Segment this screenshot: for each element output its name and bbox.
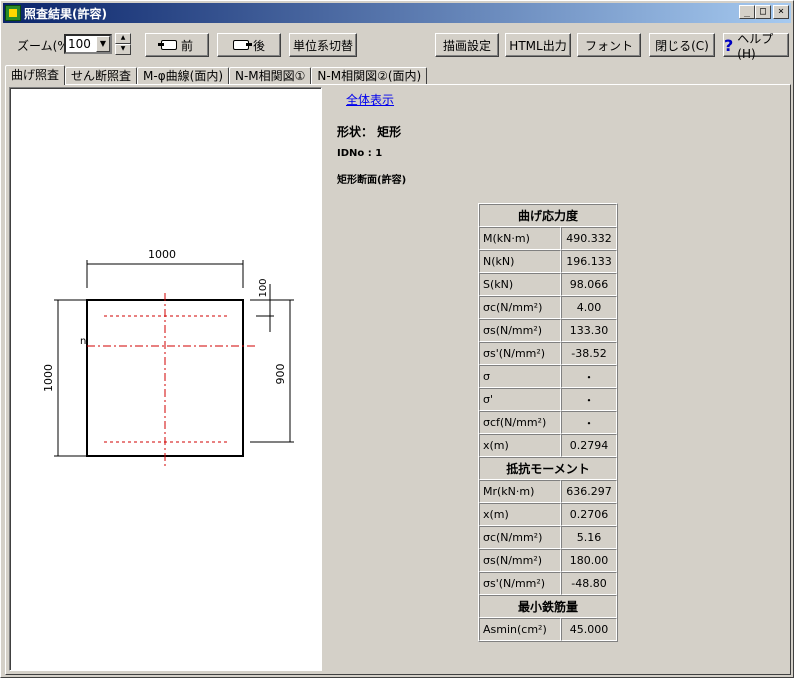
depth-label: 900 [274,364,287,385]
draw-settings-button[interactable]: 描画設定 [435,33,499,57]
bending-row-label: M(kN·m) [479,227,561,250]
table-row: σs'(N/mm²) -38.52 [479,342,617,365]
table-row: σc(N/mm²) 5.16 [479,526,617,549]
help-label: ヘルプ(H) [737,31,774,61]
close-button[interactable]: 閉じる(C) [649,33,715,57]
width-label: 1000 [148,248,176,261]
hand-left-icon [157,40,177,50]
resist-row-label: x(m) [479,503,561,526]
window-title: 照査結果(許容) [24,6,107,21]
bending-row-value: ・ [561,365,617,388]
table-row: σs'(N/mm²) -48.80 [479,572,617,595]
html-output-button[interactable]: HTML出力 [505,33,571,57]
min-rebar-header: 最小鉄筋量 [479,595,617,618]
tab-strip: 曲げ照査 せん断照査 M-φ曲線(面内) N-M相関図① N-M相関図②(面内) [5,65,428,85]
app-icon [5,5,21,21]
result-window: 照査結果(許容) _ □ × ズーム(%) 100 ▼ ▲ ▼ 前 後 単位系切… [0,0,794,678]
bending-row-label: S(kN) [479,273,561,296]
resist-row-value: 5.16 [561,526,617,549]
table-row: σ' ・ [479,388,617,411]
bending-row-label: σ [479,365,561,388]
resist-row-label: Mr(kN·m) [479,480,561,503]
bending-header: 曲げ応力度 [479,204,617,227]
font-button[interactable]: フォント [577,33,641,57]
bending-row-value: 4.00 [561,296,617,319]
resist-header: 抵抗モーメント [479,457,617,480]
bending-row-label: x(m) [479,434,561,457]
zoom-combo[interactable]: 100 ▼ [64,34,112,54]
zoom-spinner[interactable]: ▲ ▼ [115,33,131,55]
bending-row-label: σ' [479,388,561,411]
help-button[interactable]: ? ヘルプ(H) [723,32,789,61]
bending-row-value: 196.133 [561,250,617,273]
table-row: N(kN) 196.133 [479,250,617,273]
bending-row-label: σs'(N/mm²) [479,342,561,365]
resist-row-value: 180.00 [561,549,617,572]
section-drawing-canvas[interactable]: 1000 1000 900 100 n [9,87,322,671]
bending-row-value: -38.52 [561,342,617,365]
table-row: Mr(kN·m) 636.297 [479,480,617,503]
resist-row-value: 636.297 [561,480,617,503]
table-row: Asmin(cm²) 45.000 [479,618,617,641]
bending-row-label: σcf(N/mm²) [479,411,561,434]
tab-shear[interactable]: せん断照査 [65,67,138,85]
hand-right-icon [232,40,252,50]
bending-row-label: N(kN) [479,250,561,273]
spin-up-icon[interactable]: ▲ [115,33,131,44]
min-rebar-row-value: 45.000 [561,618,617,641]
next-button[interactable]: 後 [217,33,281,57]
table-row: σs(N/mm²) 133.30 [479,319,617,342]
idno-text: IDNo : 1 [337,148,383,159]
min-rebar-row-label: Asmin(cm²) [479,618,561,641]
unit-switch-button[interactable]: 単位系切替 [289,33,357,57]
tab-nm-diagram-2[interactable]: N-M相関図②(面内) [311,67,428,85]
table-row: σ ・ [479,365,617,388]
cover-label: 100 [258,278,269,297]
tab-nm-diagram-1[interactable]: N-M相関図① [229,67,312,85]
shape-text: 形状： 矩形 [337,125,402,139]
next-label: 後 [252,38,265,53]
bending-row-value: ・ [561,388,617,411]
spin-down-icon[interactable]: ▼ [115,44,131,55]
neutral-axis-label: n [80,336,86,347]
table-row: σcf(N/mm²) ・ [479,411,617,434]
bending-row-label: σc(N/mm²) [479,296,561,319]
resist-row-label: σs(N/mm²) [479,549,561,572]
table-row: σc(N/mm²) 4.00 [479,296,617,319]
title-bar[interactable]: 照査結果(許容) _ □ × [3,3,791,23]
close-window-button[interactable]: × [773,5,789,19]
prev-button[interactable]: 前 [145,33,209,57]
chevron-down-icon[interactable]: ▼ [96,36,110,52]
table-row: x(m) 0.2706 [479,503,617,526]
minimize-button[interactable]: _ [739,5,755,19]
section-name-text: 矩形断面(許容) [337,175,407,186]
maximize-button[interactable]: □ [755,5,771,19]
result-table: 曲げ応力度 M(kN·m) 490.332 N(kN) 196.133 S(kN) 98.0… [478,203,618,642]
resist-row-value: -48.80 [561,572,617,595]
resist-row-label: σs'(N/mm²) [479,572,561,595]
table-row: σs(N/mm²) 180.00 [479,549,617,572]
bending-row-value: 0.2794 [561,434,617,457]
help-icon: ? [724,35,734,55]
resist-row-value: 0.2706 [561,503,617,526]
toolbar: ズーム(%) 100 ▼ ▲ ▼ 前 後 単位系切替 描画設定 HTML出力 フ… [1,27,794,63]
zoom-value[interactable]: 100 [66,37,96,51]
prev-label: 前 [180,38,193,53]
bending-row-value: 133.30 [561,319,617,342]
table-row: x(m) 0.2794 [479,434,617,457]
bending-row-label: σs(N/mm²) [479,319,561,342]
tab-bending[interactable]: 曲げ照査 [5,65,66,85]
table-row: M(kN·m) 490.332 [479,227,617,250]
section-drawing: 1000 1000 900 100 n [42,248,294,468]
bending-row-value: 490.332 [561,227,617,250]
show-all-link[interactable]: 全体表示 [346,91,394,108]
tab-m-phi-curve[interactable]: M-φ曲線(面内) [137,67,229,85]
bending-row-value: ・ [561,411,617,434]
table-row: S(kN) 98.066 [479,273,617,296]
height-label: 1000 [42,364,55,392]
bending-row-value: 98.066 [561,273,617,296]
resist-row-label: σc(N/mm²) [479,526,561,549]
